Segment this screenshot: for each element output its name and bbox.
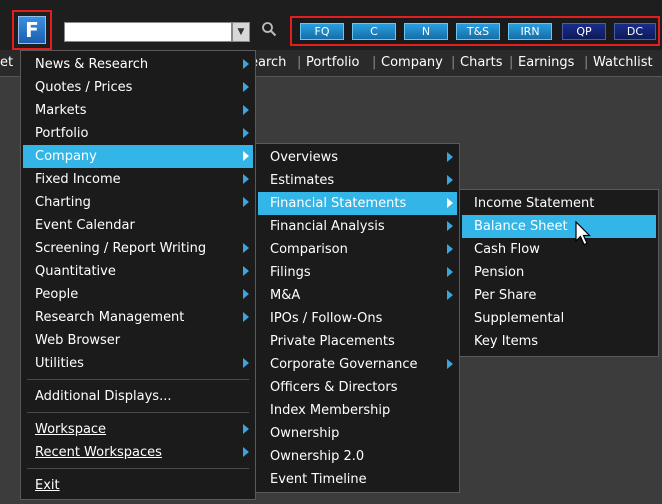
menu-item-corporate-governance[interactable]: Corporate Governance — [258, 353, 457, 376]
company-submenu: Overviews Estimates Financial Statements… — [255, 143, 460, 493]
menu-item-workspace[interactable]: Workspace — [23, 418, 253, 441]
submenu-arrow-icon — [243, 151, 249, 161]
tab-divider: | — [584, 55, 589, 70]
submenu-arrow-icon — [243, 174, 249, 184]
menu-item-per-share[interactable]: Per Share — [462, 284, 656, 307]
submenu-arrow-icon — [243, 266, 249, 276]
menu-item-financial-statements[interactable]: Financial Statements — [258, 192, 457, 215]
menu-item-overviews[interactable]: Overviews — [258, 146, 457, 169]
menu-item-research-management[interactable]: Research Management — [23, 306, 253, 329]
menu-item-ownership-2[interactable]: Ownership 2.0 — [258, 445, 457, 468]
menu-item-m-and-a[interactable]: M&A — [258, 284, 457, 307]
menu-item-key-items[interactable]: Key Items — [462, 330, 656, 353]
menu-item-event-timeline[interactable]: Event Timeline — [258, 468, 457, 491]
tab-earnings[interactable]: Earnings — [518, 55, 574, 70]
menu-item-private-placements[interactable]: Private Placements — [258, 330, 457, 353]
fkey-dc[interactable]: DC — [614, 23, 656, 40]
menu-separator — [27, 468, 249, 469]
submenu-arrow-icon — [447, 267, 453, 277]
submenu-arrow-icon — [243, 128, 249, 138]
tab-company[interactable]: Company — [381, 55, 443, 70]
fkey-qp[interactable]: QP — [562, 23, 606, 40]
fkey-n[interactable]: N — [404, 23, 448, 40]
search-dropdown-button[interactable]: ▼ — [232, 22, 250, 42]
menu-item-supplemental[interactable]: Supplemental — [462, 307, 656, 330]
submenu-arrow-icon — [447, 221, 453, 231]
function-key-bar: FQ C N T&S IRN QP DC — [290, 16, 660, 46]
menu-item-cash-flow[interactable]: Cash Flow — [462, 238, 656, 261]
tab-divider: | — [451, 55, 456, 70]
tab-charts[interactable]: Charts — [460, 55, 503, 70]
menu-item-news-research[interactable]: News & Research — [23, 53, 253, 76]
submenu-arrow-icon — [447, 359, 453, 369]
submenu-arrow-icon — [243, 197, 249, 207]
menu-separator — [27, 379, 249, 380]
submenu-arrow-icon — [447, 244, 453, 254]
submenu-arrow-icon — [243, 447, 249, 457]
app-logo-frame: F — [12, 10, 52, 50]
submenu-arrow-icon — [243, 82, 249, 92]
menu-item-income-statement[interactable]: Income Statement — [462, 192, 656, 215]
app-logo-button[interactable]: F — [18, 16, 46, 44]
fkey-fq[interactable]: FQ — [300, 23, 344, 40]
fkey-c[interactable]: C — [352, 23, 396, 40]
submenu-arrow-icon — [243, 243, 249, 253]
main-menu: News & Research Quotes / Prices Markets … — [20, 50, 256, 500]
menu-item-event-calendar[interactable]: Event Calendar — [23, 214, 253, 237]
submenu-arrow-icon — [243, 424, 249, 434]
tab-watchlist[interactable]: Watchlist — [593, 55, 653, 70]
menu-item-ownership[interactable]: Ownership — [258, 422, 457, 445]
fkey-irn[interactable]: IRN — [508, 23, 552, 40]
menu-item-quotes-prices[interactable]: Quotes / Prices — [23, 76, 253, 99]
menu-item-fixed-income[interactable]: Fixed Income — [23, 168, 253, 191]
menu-item-officers-directors[interactable]: Officers & Directors — [258, 376, 457, 399]
menu-item-charting[interactable]: Charting — [23, 191, 253, 214]
submenu-arrow-icon — [447, 290, 453, 300]
financial-statements-submenu: Income Statement Balance Sheet Cash Flow… — [459, 189, 659, 357]
menu-item-utilities[interactable]: Utilities — [23, 352, 253, 375]
menu-item-recent-workspaces[interactable]: Recent Workspaces — [23, 441, 253, 464]
tab-divider: | — [297, 55, 302, 70]
menu-separator — [27, 412, 249, 413]
menu-item-balance-sheet[interactable]: Balance Sheet — [462, 215, 656, 238]
menu-item-company[interactable]: Company — [23, 145, 253, 168]
submenu-arrow-icon — [447, 198, 453, 208]
menu-item-markets[interactable]: Markets — [23, 99, 253, 122]
submenu-arrow-icon — [243, 105, 249, 115]
menu-item-estimates[interactable]: Estimates — [258, 169, 457, 192]
mouse-cursor-icon — [575, 221, 591, 246]
search-input[interactable] — [64, 22, 232, 42]
menu-item-quantitative[interactable]: Quantitative — [23, 260, 253, 283]
menu-item-pension[interactable]: Pension — [462, 261, 656, 284]
tab-divider: | — [509, 55, 514, 70]
menu-item-screening[interactable]: Screening / Report Writing — [23, 237, 253, 260]
menu-item-index-membership[interactable]: Index Membership — [258, 399, 457, 422]
submenu-arrow-icon — [243, 312, 249, 322]
chevron-down-icon: ▼ — [237, 27, 245, 37]
menu-item-filings[interactable]: Filings — [258, 261, 457, 284]
submenu-arrow-icon — [447, 175, 453, 185]
submenu-arrow-icon — [243, 59, 249, 69]
menu-item-portfolio[interactable]: Portfolio — [23, 122, 253, 145]
top-toolbar: F ▼ FQ C N T&S IRN QP DC — [0, 0, 662, 50]
search-button[interactable] — [258, 21, 280, 43]
fkey-ts[interactable]: T&S — [456, 23, 500, 40]
submenu-arrow-icon — [447, 152, 453, 162]
tab-divider: | — [372, 55, 377, 70]
tab-portfolio[interactable]: Portfolio — [306, 55, 359, 70]
tab-partial-left[interactable]: et — [0, 55, 13, 70]
submenu-arrow-icon — [243, 289, 249, 299]
menu-item-web-browser[interactable]: Web Browser — [23, 329, 253, 352]
submenu-arrow-icon — [243, 358, 249, 368]
menu-item-ipos[interactable]: IPOs / Follow-Ons — [258, 307, 457, 330]
menu-item-comparison[interactable]: Comparison — [258, 238, 457, 261]
menu-item-people[interactable]: People — [23, 283, 253, 306]
menu-item-exit[interactable]: Exit — [23, 474, 253, 497]
menu-item-financial-analysis[interactable]: Financial Analysis — [258, 215, 457, 238]
magnifier-icon — [262, 22, 277, 37]
menu-item-additional-displays[interactable]: Additional Displays... — [23, 385, 253, 408]
